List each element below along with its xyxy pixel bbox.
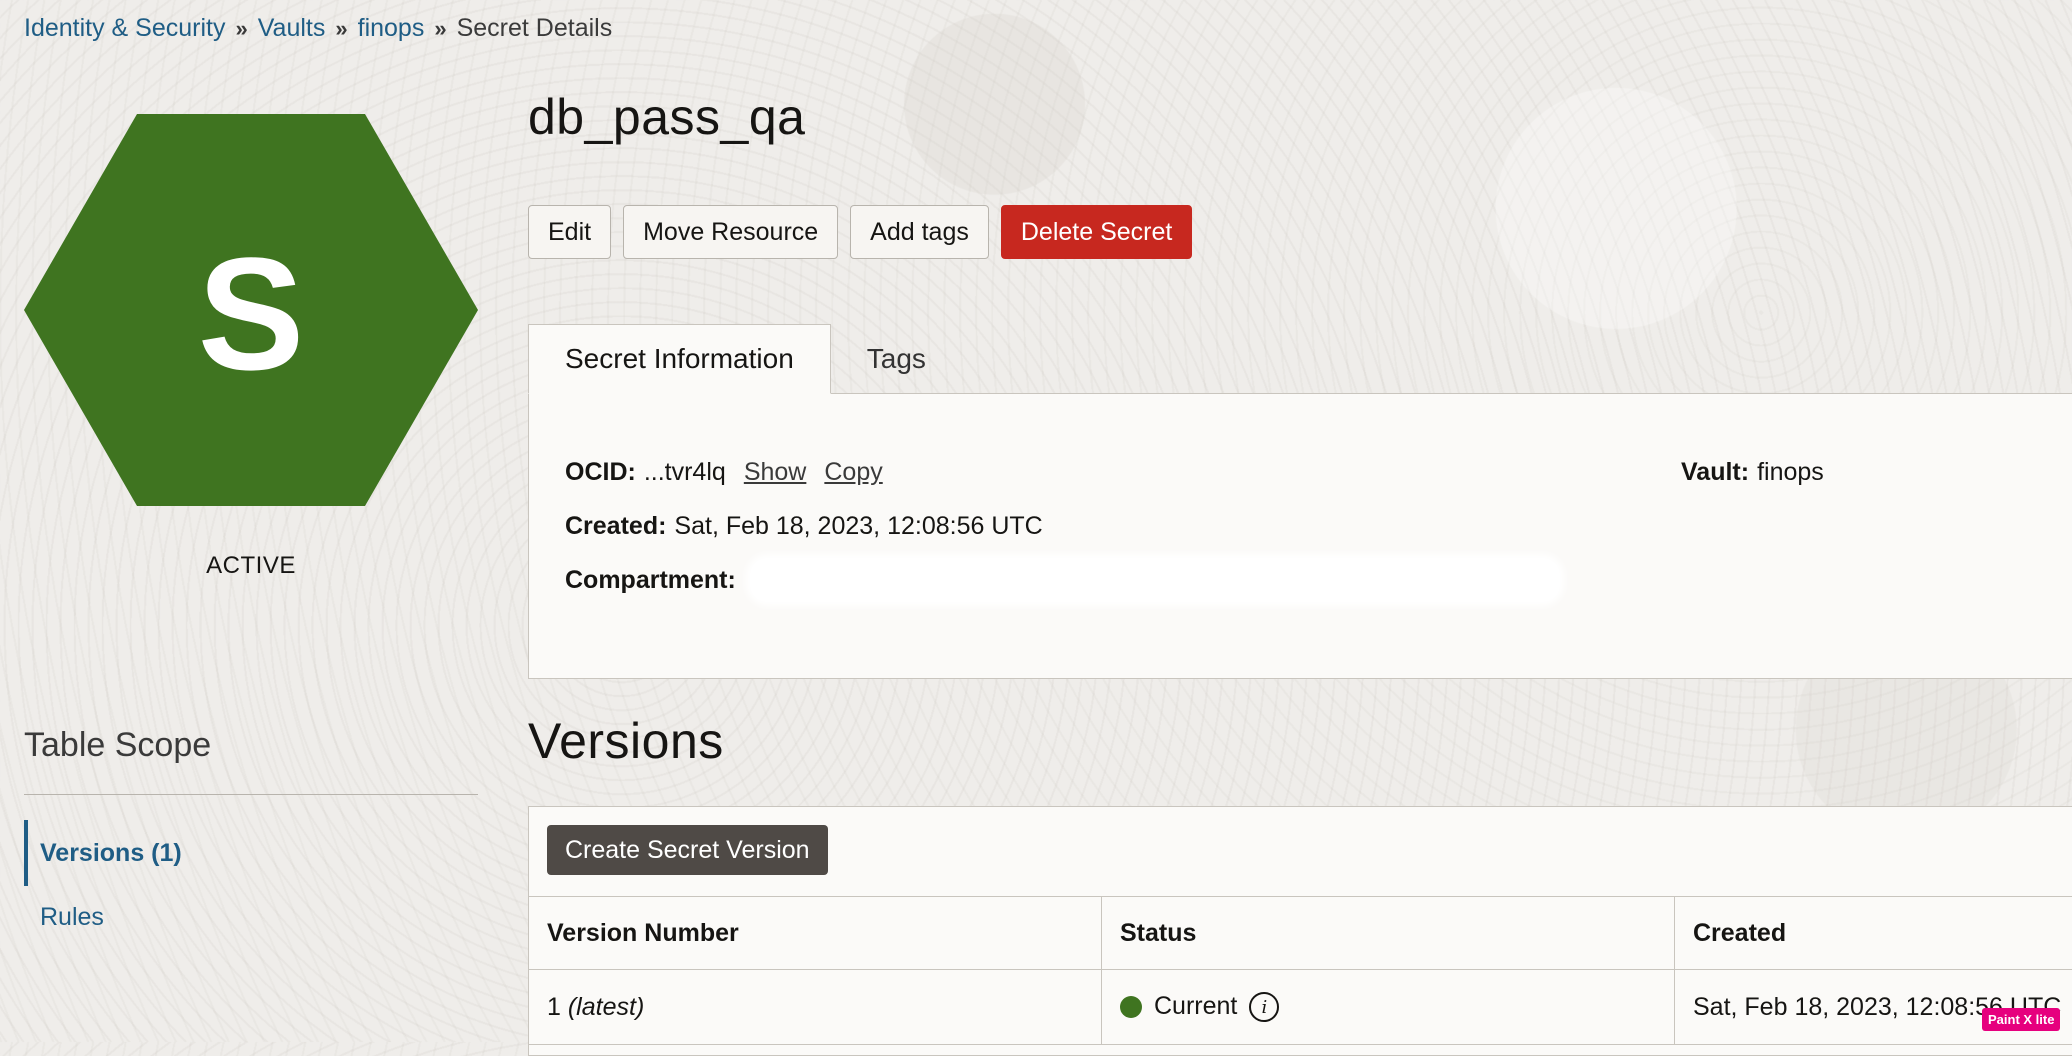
version-number: 1 bbox=[547, 993, 568, 1021]
table-scope-title: Table Scope bbox=[24, 726, 211, 765]
secret-information-panel: OCID: ...tvr4lq Show Copy Vault: finops … bbox=[528, 393, 2072, 679]
table-row: 1 (latest) Current i Sat, Feb 18, 2023, 1… bbox=[529, 970, 2072, 1045]
add-tags-button[interactable]: Add tags bbox=[850, 205, 989, 259]
breadcrumb-separator: » bbox=[434, 16, 446, 42]
vault-value: finops bbox=[1757, 458, 1824, 487]
breadcrumb-separator: » bbox=[235, 16, 247, 42]
ocid-value: ...tvr4lq bbox=[644, 458, 726, 487]
versions-table-container: Create Secret Version Version Number Sta… bbox=[528, 806, 2072, 1056]
app-watermark-badge: Paint X lite bbox=[1982, 1008, 2060, 1031]
created-cell: Sat, Feb 18, 2023, 12:08:56 UTC bbox=[1675, 970, 2072, 1045]
create-secret-version-button[interactable]: Create Secret Version bbox=[547, 825, 828, 875]
breadcrumb-finops-link[interactable]: finops bbox=[358, 14, 425, 43]
move-resource-button[interactable]: Move Resource bbox=[623, 205, 838, 259]
versions-heading: Versions bbox=[528, 712, 724, 770]
delete-secret-button[interactable]: Delete Secret bbox=[1001, 205, 1192, 259]
versions-table: Version Number Status Created 1 (latest)… bbox=[528, 896, 2072, 1045]
ocid-show-link[interactable]: Show bbox=[744, 458, 807, 487]
page-title: db_pass_qa bbox=[528, 88, 805, 146]
version-latest-label: (latest) bbox=[568, 993, 644, 1021]
created-label: Created: bbox=[565, 512, 666, 541]
compartment-row: Compartment: bbox=[565, 558, 1560, 602]
breadcrumb-separator: » bbox=[335, 16, 347, 42]
status-cell: Current i bbox=[1102, 970, 1675, 1045]
compartment-redacted-value bbox=[750, 558, 1560, 602]
vault-row: Vault: finops bbox=[1681, 458, 1824, 487]
lifecycle-state: ACTIVE bbox=[24, 552, 478, 580]
status-indicator-icon bbox=[1120, 996, 1142, 1018]
tab-tags[interactable]: Tags bbox=[831, 324, 962, 394]
column-created[interactable]: Created bbox=[1675, 897, 2072, 970]
compartment-label: Compartment: bbox=[565, 566, 736, 595]
created-value: Sat, Feb 18, 2023, 12:08:56 UTC bbox=[674, 512, 1042, 541]
action-bar: Edit Move Resource Add tags Delete Secre… bbox=[528, 205, 1192, 259]
scope-item-rules[interactable]: Rules bbox=[24, 884, 104, 950]
resource-hexagon-icon: S bbox=[24, 114, 478, 506]
scope-item-versions[interactable]: Versions (1) bbox=[24, 820, 182, 886]
breadcrumb-identity-security-link[interactable]: Identity & Security bbox=[24, 14, 225, 43]
scope-divider bbox=[24, 794, 478, 795]
ocid-copy-link[interactable]: Copy bbox=[824, 458, 882, 487]
column-status[interactable]: Status bbox=[1102, 897, 1675, 970]
hexagon-letter: S bbox=[198, 224, 305, 403]
status-text: Current bbox=[1154, 992, 1237, 1020]
vault-label: Vault: bbox=[1681, 458, 1749, 487]
breadcrumb-vaults-link[interactable]: Vaults bbox=[258, 14, 326, 43]
breadcrumb: Identity & Security » Vaults » finops » … bbox=[24, 14, 612, 43]
created-row: Created: Sat, Feb 18, 2023, 12:08:56 UTC bbox=[565, 512, 1043, 541]
ocid-row: OCID: ...tvr4lq Show Copy bbox=[565, 458, 883, 487]
edit-button[interactable]: Edit bbox=[528, 205, 611, 259]
version-number-cell: 1 (latest) bbox=[529, 970, 1102, 1045]
ocid-label: OCID: bbox=[565, 458, 636, 487]
column-version-number[interactable]: Version Number bbox=[529, 897, 1102, 970]
breadcrumb-current: Secret Details bbox=[457, 14, 613, 43]
tab-secret-information[interactable]: Secret Information bbox=[528, 324, 831, 394]
detail-tabs: Secret Information Tags bbox=[528, 324, 962, 394]
table-header-row: Version Number Status Created bbox=[529, 897, 2072, 970]
info-icon[interactable]: i bbox=[1249, 992, 1279, 1022]
